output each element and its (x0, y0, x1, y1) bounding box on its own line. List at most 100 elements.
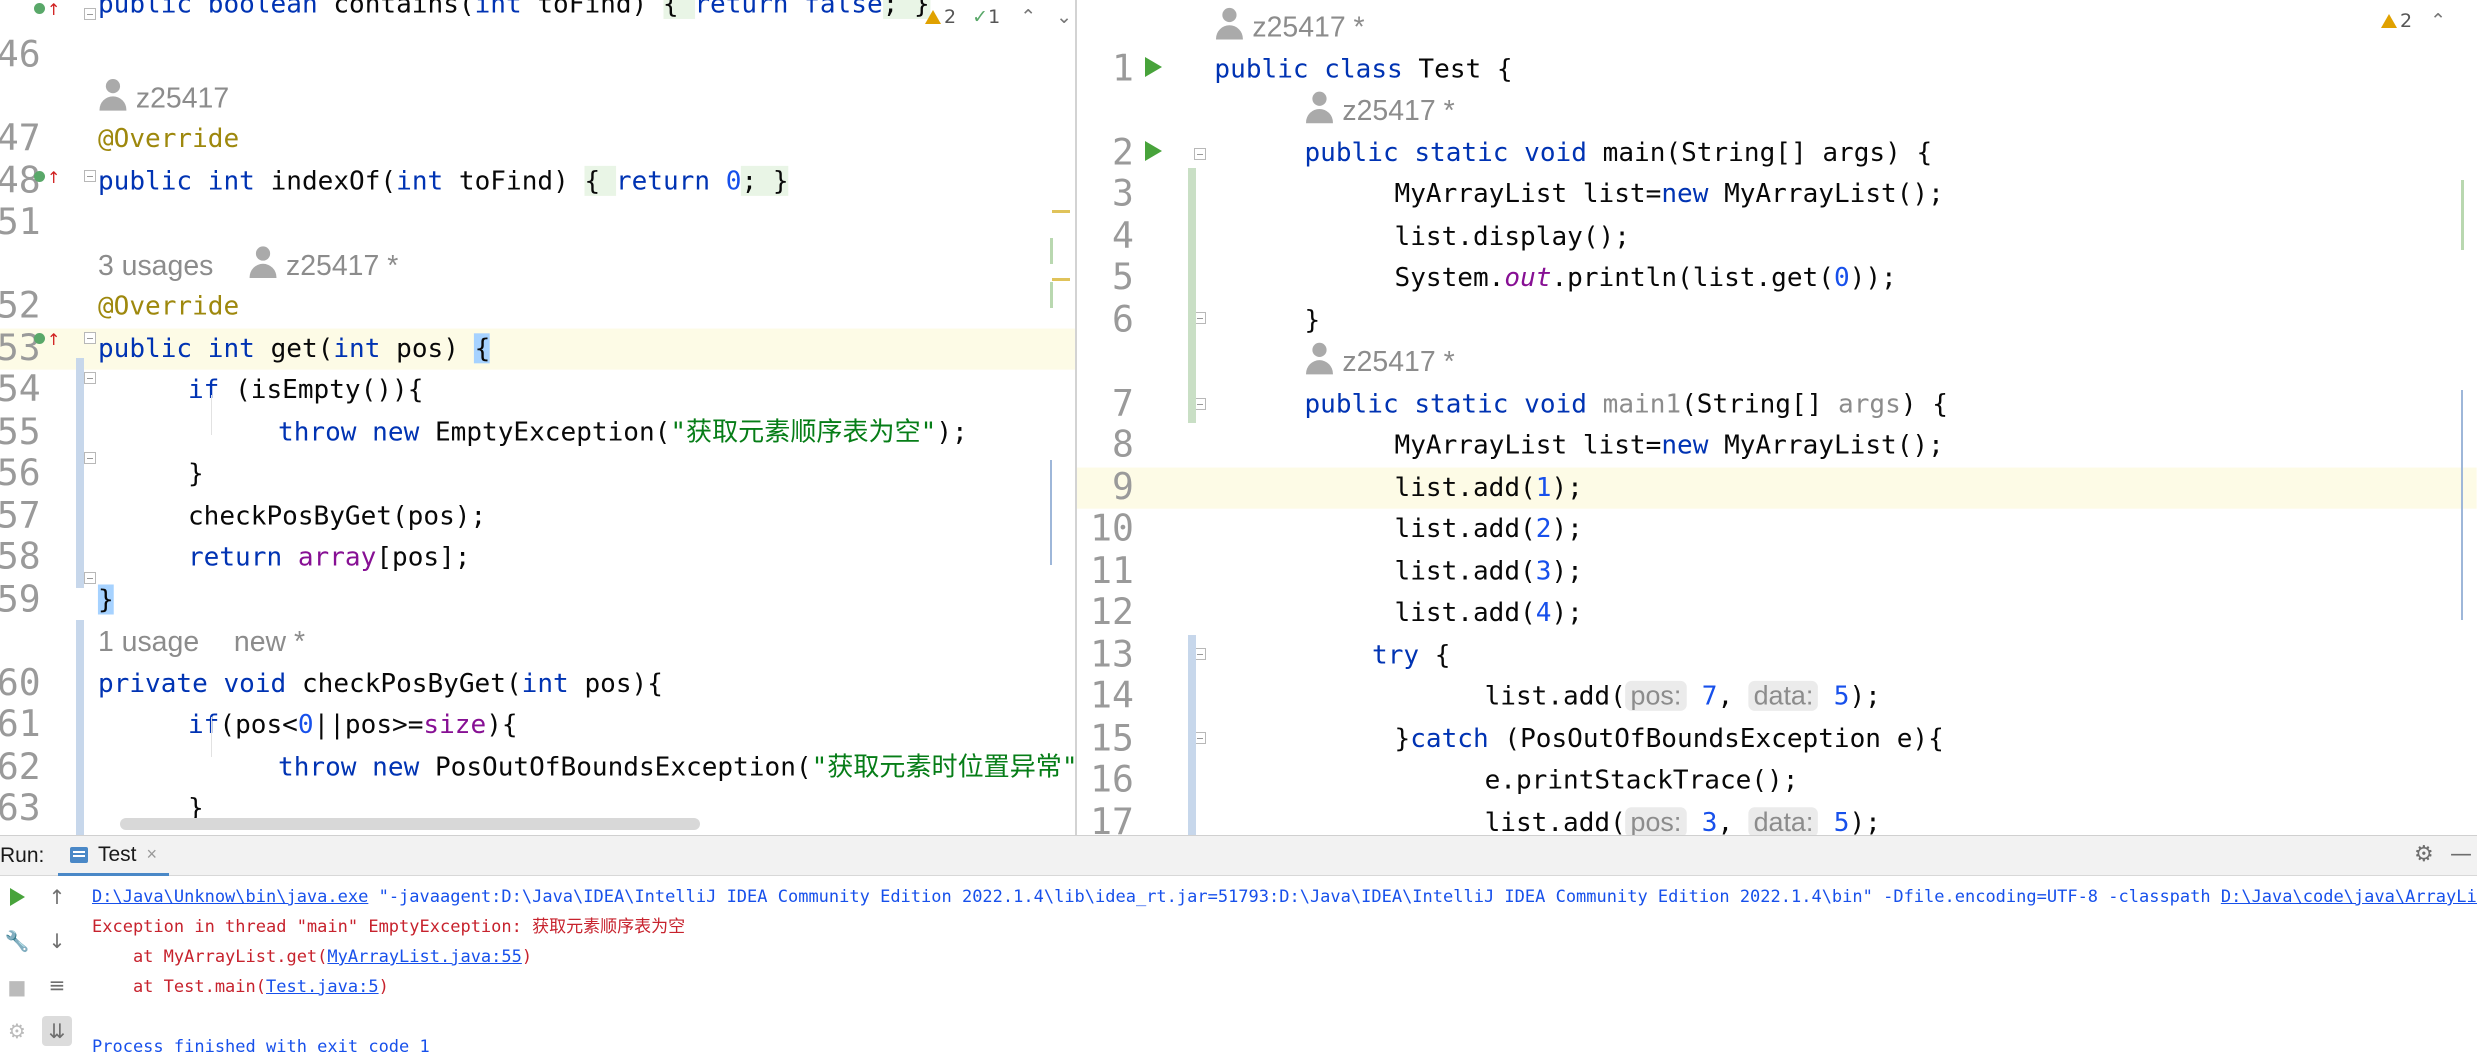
code-line[interactable]: 17 list.add(pos: 3, data: 5); (1077, 802, 2477, 835)
fold-toggle-icon[interactable] (84, 572, 96, 584)
code-line[interactable]: 60 private void checkPosByGet(int pos){ (0, 663, 1075, 705)
arrow-down-icon[interactable]: ↓ (42, 926, 72, 956)
code-text[interactable]: checkPosByGet(pos); (188, 495, 486, 537)
author-hint[interactable]: z25417 * (1304, 90, 1455, 132)
inlay-hint-row[interactable]: 3 usages z25417 * (0, 244, 1075, 286)
code-text[interactable]: throw new PosOutOfBoundsException("获取元素时… (278, 746, 1075, 788)
scroll-marker[interactable] (2461, 180, 2464, 250)
console-line[interactable]: D:\Java\Unknow\bin\java.exe "-javaagent:… (92, 882, 2477, 912)
code-line[interactable]: 7 public static void main1(String[] args)… (1077, 383, 2477, 425)
fold-toggle-icon[interactable] (84, 170, 96, 182)
author-hint[interactable]: 3 usages z25417 * (98, 244, 398, 286)
code-text[interactable]: list.add(pos: 3, data: 5); (1485, 802, 1881, 835)
code-text[interactable]: return array[pos]; (188, 537, 470, 579)
code-text[interactable]: MyArrayList list=new MyArrayList(); (1395, 425, 1944, 467)
code-text[interactable]: public int indexOf(int toFind) { return … (98, 160, 789, 202)
wrench-icon[interactable]: 🔧 (2, 926, 32, 956)
run-tool-window[interactable]: Run: Test × ⚙ — 🔧 ■ ⚙ ▬ ↑ ↓ ≡ ⇊ D:\Java\… (0, 835, 2477, 1059)
console-line[interactable]: Exception in thread "main" EmptyExceptio… (92, 912, 2477, 942)
code-line[interactable]: 48 public int indexOf(int toFind) { retur… (0, 160, 1075, 202)
usages-hint[interactable]: 3 usages (98, 249, 213, 281)
code-line[interactable]: 10 list.add(2); (1077, 509, 2477, 551)
code-line[interactable]: 47 @Override (0, 118, 1075, 160)
inspection-widget-right[interactable]: 2 ⌃ (2381, 10, 2446, 32)
code-line[interactable]: public boolean contains(int toFind) { re… (0, 0, 1075, 26)
console-line[interactable]: at Test.main(Test.java:5) (92, 972, 2477, 1002)
fold-toggle-icon[interactable] (84, 452, 96, 464)
author-hint[interactable]: z25417 * (1214, 6, 1365, 48)
code-text[interactable]: if (isEmpty()){ (188, 370, 423, 412)
code-text[interactable]: try { (1372, 634, 1450, 676)
implements-method-icon[interactable]: ↑ (34, 0, 60, 19)
console-link[interactable]: D:\Java\code\java\ArrayList\out (2221, 887, 2477, 907)
code-text[interactable]: } (97, 579, 114, 621)
vertical-scrollbar[interactable] (1050, 460, 1052, 565)
code-line[interactable]: 54 if (isEmpty()){ (0, 370, 1075, 412)
close-icon[interactable]: × (147, 844, 158, 865)
arrow-up-icon[interactable]: ↑ (42, 882, 72, 912)
editor-right-test[interactable]: z25417 * 1 public class Test {z25417 * 2 pub… (1077, 0, 2477, 835)
code-line[interactable]: 52 @Override (0, 286, 1075, 328)
code-line[interactable]: 56} (0, 453, 1075, 495)
code-text[interactable]: e.printStackTrace(); (1485, 760, 1799, 802)
code-line[interactable]: 4 list.display(); (1077, 216, 2477, 258)
code-text[interactable]: public boolean contains(int toFind) { re… (98, 0, 930, 26)
fold-toggle-icon[interactable] (84, 332, 96, 344)
author-hint[interactable]: z25417 * (1304, 341, 1455, 383)
code-line[interactable]: 2 public static void main(String[] args) … (1077, 132, 2477, 174)
code-line[interactable]: 9 list.add(1); (1077, 466, 2477, 509)
inlay-hint-row[interactable]: 1 usage new * (0, 621, 1075, 663)
scroll-marker[interactable] (1050, 282, 1053, 308)
scroll-marker[interactable] (1052, 210, 1070, 213)
code-text[interactable]: if(pos<0||pos>=size){ (188, 705, 518, 747)
pin-icon[interactable]: ▬ (2, 1048, 32, 1059)
code-line[interactable]: 13 try { (1077, 634, 2477, 676)
console-link[interactable]: MyArrayList.java:55 (327, 947, 521, 967)
code-text[interactable]: list.add(pos: 7, data: 5); (1485, 676, 1881, 718)
code-text[interactable]: public class Test { (1214, 48, 1512, 90)
console-link[interactable]: Test.java:5 (266, 977, 379, 997)
console-line[interactable]: Process finished with exit code 1 (92, 1032, 2477, 1059)
code-text[interactable]: list.add(4); (1395, 592, 1583, 634)
chevron-up-icon[interactable]: ⌃ (1020, 6, 1036, 28)
stop-icon[interactable]: ■ (2, 972, 32, 1002)
code-line[interactable]: 61 if(pos<0||pos>=size){ (0, 705, 1075, 747)
code-text[interactable]: public static void main(String[] args) { (1304, 132, 1932, 174)
run-main-icon[interactable] (1145, 141, 1162, 161)
author-hint[interactable]: z25417 (98, 77, 229, 119)
code-line[interactable]: 12 list.add(4); (1077, 592, 2477, 634)
code-text[interactable]: public static void main1(String[] args) … (1304, 383, 1947, 425)
code-line[interactable]: 57 checkPosByGet(pos); (0, 495, 1075, 537)
code-text[interactable]: System.out.println(list.get(0)); (1395, 257, 1897, 299)
code-text[interactable]: list.display(); (1395, 216, 1630, 258)
fold-toggle-icon[interactable] (84, 372, 96, 384)
code-text[interactable]: }catch (PosOutOfBoundsException e){ (1395, 718, 1944, 760)
code-line[interactable]: 58 return array[pos]; (0, 537, 1075, 579)
scroll-marker[interactable] (1050, 238, 1053, 264)
code-text[interactable]: public int get(int pos) { (98, 328, 491, 370)
horizontal-scrollbar[interactable] (120, 818, 700, 830)
code-text[interactable]: list.add(3); (1395, 551, 1583, 593)
code-text[interactable]: MyArrayList list=new MyArrayList(); (1395, 174, 1944, 216)
code-text[interactable]: } (188, 453, 204, 495)
code-text[interactable]: @Override (98, 286, 239, 328)
right-code-area[interactable]: z25417 * 1 public class Test {z25417 * 2 pub… (1077, 0, 2477, 835)
fold-toggle-icon[interactable] (84, 8, 96, 20)
code-text[interactable]: } (1304, 299, 1320, 341)
vertical-scrollbar[interactable] (2461, 390, 2463, 620)
code-line[interactable]: 1 public class Test { (1077, 48, 2477, 90)
code-line[interactable]: 5 System.out.println(list.get(0)); (1077, 257, 2477, 299)
fold-toggle-icon[interactable] (1194, 148, 1206, 160)
settings-icon[interactable]: ⚙ (2, 1016, 32, 1046)
minimize-icon[interactable]: — (2450, 842, 2472, 867)
chevron-down-icon[interactable]: ⌄ (1056, 6, 1072, 28)
console-line[interactable] (92, 1002, 2477, 1032)
gear-icon[interactable]: ⚙ (2414, 842, 2434, 867)
code-line[interactable]: 59} (0, 579, 1075, 621)
author-hint[interactable]: 1 usage new * (98, 621, 305, 663)
inspection-widget-left[interactable]: 2 ✓1 ⌃ ⌄ (925, 6, 1072, 28)
code-line[interactable]: 6} (1077, 299, 2477, 341)
code-line[interactable]: 14 list.add(pos: 7, data: 5); (1077, 676, 2477, 718)
code-text[interactable]: private void checkPosByGet(int pos){ (98, 663, 663, 705)
inlay-hint-row[interactable]: z25417 * (1077, 6, 2477, 48)
